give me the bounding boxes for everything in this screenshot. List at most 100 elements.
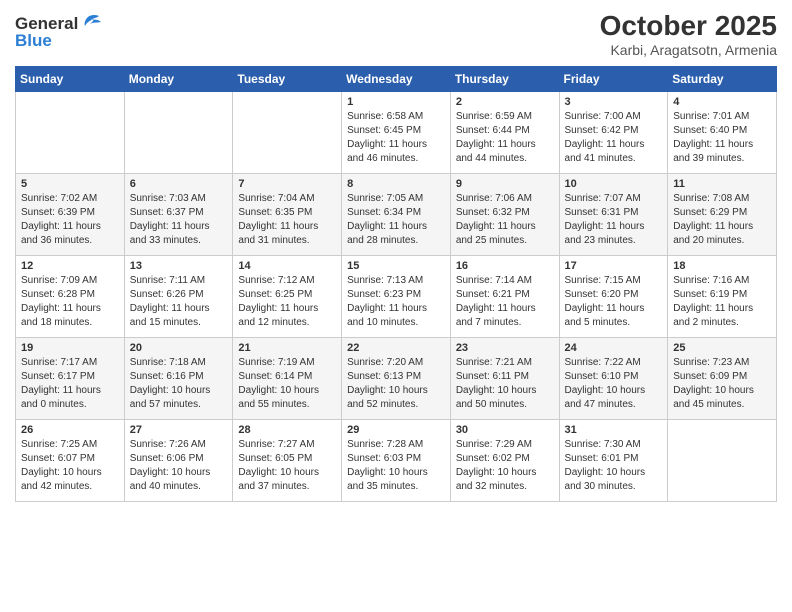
table-row: 3Sunrise: 7:00 AM Sunset: 6:42 PM Daylig… [559, 92, 668, 174]
day-number: 29 [347, 424, 445, 436]
day-number: 16 [456, 260, 554, 272]
table-row: 31 Sunrise: 7:30 AM Sunset: 6:01 PM Dayli… [559, 420, 668, 502]
day-info: Sunrise: 7:21 AM Sunset: 6:11 PM Dayligh… [456, 356, 554, 412]
calendar-header-row: Sunday Monday Tuesday Wednesday Thursday… [16, 67, 777, 92]
day-info: Sunrise: 7:22 AM Sunset: 6:10 PM Dayligh… [565, 356, 663, 412]
day-number: 9 [456, 178, 554, 190]
table-row: 10Sunrise: 7:07 AM Sunset: 6:31 PM Dayli… [559, 174, 668, 256]
day-number: 19 [21, 342, 119, 354]
table-row: 12 Sunrise: 7:09 AM Sunset: 6:28 PM Dayli… [16, 256, 125, 338]
day-info: Sunrise: 7:16 AM Sunset: 6:19 PM Dayligh… [673, 274, 771, 330]
table-row: 19 Sunrise: 7:17 AM Sunset: 6:17 PM Dayli… [16, 338, 125, 420]
col-tuesday: Tuesday [233, 67, 342, 92]
day-info: Sunrise: 6:58 AM Sunset: 6:45 PM Dayligh… [347, 110, 445, 166]
day-info: Sunrise: 7:30 AM Sunset: 6:01 PM Dayligh… [565, 438, 663, 494]
day-info: Sunrise: 7:17 AM Sunset: 6:17 PM Dayligh… [21, 356, 119, 412]
table-row: 6 Sunrise: 7:03 AM Sunset: 6:37 PM Daylig… [124, 174, 233, 256]
day-info: Sunrise: 7:06 AM Sunset: 6:32 PM Dayligh… [456, 192, 554, 248]
table-row: 9 Sunrise: 7:06 AM Sunset: 6:32 PM Daylig… [450, 174, 559, 256]
day-number: 24 [565, 342, 663, 354]
day-info: Sunrise: 7:04 AM Sunset: 6:35 PM Dayligh… [238, 192, 336, 248]
day-number: 15 [347, 260, 445, 272]
table-row: 4 Sunrise: 7:01 AM Sunset: 6:40 PM Daylig… [668, 92, 777, 174]
col-friday: Friday [559, 67, 668, 92]
table-row: 18 Sunrise: 7:16 AM Sunset: 6:19 PM Dayli… [668, 256, 777, 338]
month-title: October 2025 [600, 10, 777, 42]
day-number: 1 [347, 96, 445, 108]
table-row: 5 Sunrise: 7:02 AM Sunset: 6:39 PM Daylig… [16, 174, 125, 256]
page-container: General Blue October 2025 Karbi, Aragats… [0, 0, 792, 612]
title-block: October 2025 Karbi, Aragatsotn, Armenia [600, 10, 777, 58]
table-row: 11 Sunrise: 7:08 AM Sunset: 6:29 PM Dayli… [668, 174, 777, 256]
day-info: Sunrise: 7:14 AM Sunset: 6:21 PM Dayligh… [456, 274, 554, 330]
day-info: Sunrise: 7:01 AM Sunset: 6:40 PM Dayligh… [673, 110, 771, 166]
table-row: 30Sunrise: 7:29 AM Sunset: 6:02 PM Dayli… [450, 420, 559, 502]
table-row: 7 Sunrise: 7:04 AM Sunset: 6:35 PM Daylig… [233, 174, 342, 256]
day-number: 18 [673, 260, 771, 272]
table-row [124, 92, 233, 174]
calendar-table: Sunday Monday Tuesday Wednesday Thursday… [15, 66, 777, 502]
day-info: Sunrise: 7:00 AM Sunset: 6:42 PM Dayligh… [565, 110, 663, 166]
logo: General Blue [15, 14, 101, 51]
day-info: Sunrise: 7:15 AM Sunset: 6:20 PM Dayligh… [565, 274, 663, 330]
day-info: Sunrise: 7:08 AM Sunset: 6:29 PM Dayligh… [673, 192, 771, 248]
day-number: 28 [238, 424, 336, 436]
day-number: 13 [130, 260, 228, 272]
day-info: Sunrise: 7:13 AM Sunset: 6:23 PM Dayligh… [347, 274, 445, 330]
logo-blue-text: Blue [15, 32, 101, 51]
table-row: 2 Sunrise: 6:59 AM Sunset: 6:44 PM Daylig… [450, 92, 559, 174]
day-info: Sunrise: 7:19 AM Sunset: 6:14 PM Dayligh… [238, 356, 336, 412]
day-info: Sunrise: 7:26 AM Sunset: 6:06 PM Dayligh… [130, 438, 228, 494]
table-row: 25 Sunrise: 7:23 AM Sunset: 6:09 PM Dayli… [668, 338, 777, 420]
day-info: Sunrise: 7:29 AM Sunset: 6:02 PM Dayligh… [456, 438, 554, 494]
day-number: 5 [21, 178, 119, 190]
day-number: 31 [565, 424, 663, 436]
day-number: 12 [21, 260, 119, 272]
day-number: 4 [673, 96, 771, 108]
day-info: Sunrise: 6:59 AM Sunset: 6:44 PM Dayligh… [456, 110, 554, 166]
table-row [16, 92, 125, 174]
table-row: 1 Sunrise: 6:58 AM Sunset: 6:45 PM Daylig… [342, 92, 451, 174]
day-info: Sunrise: 7:20 AM Sunset: 6:13 PM Dayligh… [347, 356, 445, 412]
day-info: Sunrise: 7:02 AM Sunset: 6:39 PM Dayligh… [21, 192, 119, 248]
table-row: 21 Sunrise: 7:19 AM Sunset: 6:14 PM Dayli… [233, 338, 342, 420]
table-row: 17 Sunrise: 7:15 AM Sunset: 6:20 PM Dayli… [559, 256, 668, 338]
col-wednesday: Wednesday [342, 67, 451, 92]
day-number: 6 [130, 178, 228, 190]
col-monday: Monday [124, 67, 233, 92]
table-row: 22Sunrise: 7:20 AM Sunset: 6:13 PM Dayli… [342, 338, 451, 420]
day-info: Sunrise: 7:07 AM Sunset: 6:31 PM Dayligh… [565, 192, 663, 248]
day-info: Sunrise: 7:12 AM Sunset: 6:25 PM Dayligh… [238, 274, 336, 330]
col-saturday: Saturday [668, 67, 777, 92]
day-info: Sunrise: 7:28 AM Sunset: 6:03 PM Dayligh… [347, 438, 445, 494]
day-info: Sunrise: 7:03 AM Sunset: 6:37 PM Dayligh… [130, 192, 228, 248]
day-number: 2 [456, 96, 554, 108]
calendar-week-row: 1 Sunrise: 6:58 AM Sunset: 6:45 PM Daylig… [16, 92, 777, 174]
day-number: 17 [565, 260, 663, 272]
table-row: 15 Sunrise: 7:13 AM Sunset: 6:23 PM Dayli… [342, 256, 451, 338]
day-info: Sunrise: 7:05 AM Sunset: 6:34 PM Dayligh… [347, 192, 445, 248]
location-subtitle: Karbi, Aragatsotn, Armenia [600, 42, 777, 58]
day-info: Sunrise: 7:25 AM Sunset: 6:07 PM Dayligh… [21, 438, 119, 494]
day-number: 11 [673, 178, 771, 190]
day-info: Sunrise: 7:18 AM Sunset: 6:16 PM Dayligh… [130, 356, 228, 412]
day-info: Sunrise: 7:23 AM Sunset: 6:09 PM Dayligh… [673, 356, 771, 412]
day-number: 14 [238, 260, 336, 272]
day-number: 20 [130, 342, 228, 354]
table-row: 14 Sunrise: 7:12 AM Sunset: 6:25 PM Dayli… [233, 256, 342, 338]
day-number: 8 [347, 178, 445, 190]
day-info: Sunrise: 7:09 AM Sunset: 6:28 PM Dayligh… [21, 274, 119, 330]
table-row: 13Sunrise: 7:11 AM Sunset: 6:26 PM Dayli… [124, 256, 233, 338]
day-number: 23 [456, 342, 554, 354]
calendar-week-row: 5 Sunrise: 7:02 AM Sunset: 6:39 PM Daylig… [16, 174, 777, 256]
calendar-week-row: 26Sunrise: 7:25 AM Sunset: 6:07 PM Dayli… [16, 420, 777, 502]
page-header: General Blue October 2025 Karbi, Aragats… [15, 10, 777, 58]
table-row: 29 Sunrise: 7:28 AM Sunset: 6:03 PM Dayli… [342, 420, 451, 502]
table-row: 26Sunrise: 7:25 AM Sunset: 6:07 PM Dayli… [16, 420, 125, 502]
table-row [233, 92, 342, 174]
logo-bird-icon [79, 14, 101, 34]
day-number: 25 [673, 342, 771, 354]
day-number: 7 [238, 178, 336, 190]
table-row: 16 Sunrise: 7:14 AM Sunset: 6:21 PM Dayli… [450, 256, 559, 338]
day-number: 21 [238, 342, 336, 354]
